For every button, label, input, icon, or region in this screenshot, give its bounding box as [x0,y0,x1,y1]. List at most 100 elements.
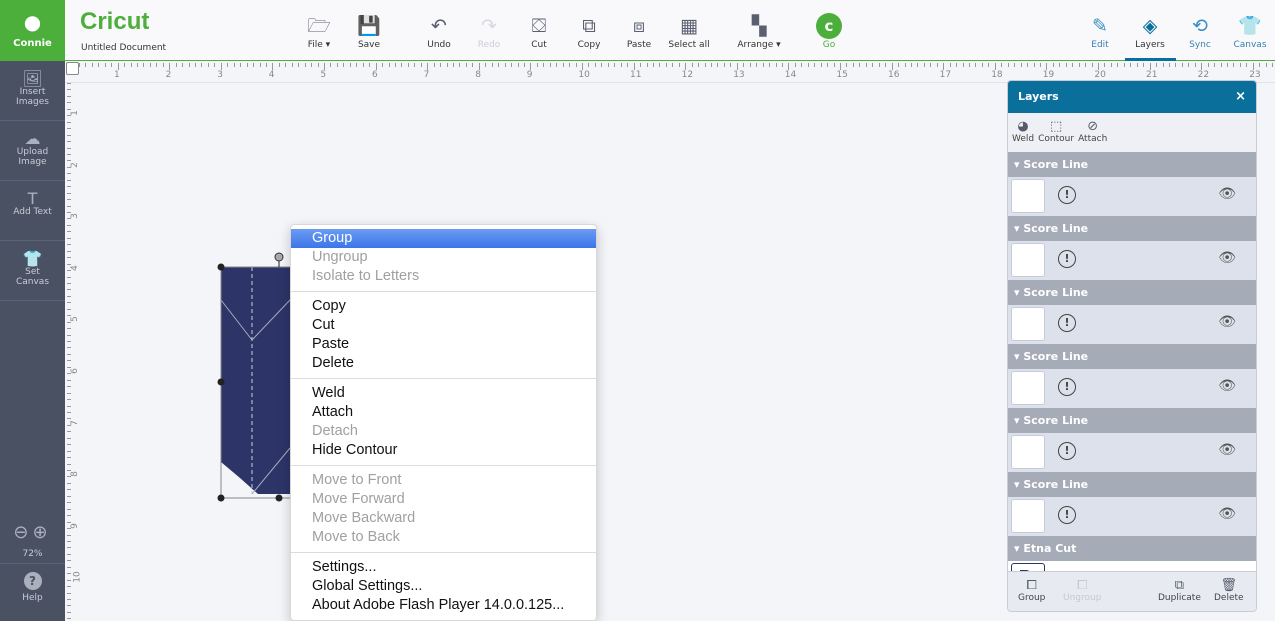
ruler-tick [1001,63,1003,67]
ruler-corner[interactable] [66,62,79,75]
ruler-tick [717,63,719,67]
ruler-tick [562,63,564,67]
eye-icon[interactable]: 👁 [1218,186,1236,202]
ruler-tick [988,63,990,67]
menu-item-move-to-back[interactable]: Move to Back [291,528,596,547]
go-button[interactable]: c Go [799,12,859,50]
ungroup-layer-button[interactable]: ⧠ Ungroup [1063,578,1101,603]
ruler-number: 10 [578,70,590,80]
chevron-down-icon[interactable]: ▾ [1014,542,1023,555]
ruler-tick [67,186,71,188]
ruler-tick [917,63,919,67]
ruler-tick [67,566,71,568]
ruler-number: 22 [1197,70,1210,80]
menu-item-paste[interactable]: Paste [291,335,596,354]
layers-list[interactable]: ▾ Score Line! 👁 ▾ Score Line! 👁 ▾ Score Line… [1008,152,1256,600]
chevron-down-icon[interactable]: ▾ [1014,478,1023,491]
layer-group-header[interactable]: ▾ Score Line [1008,280,1256,305]
layer-row[interactable]: ! 👁 [1008,305,1256,344]
layer-group-header[interactable]: ▾ Score Line [1008,152,1256,177]
contour-button[interactable]: ⬚ Contour [1038,113,1074,152]
layer-thumbnail [1011,435,1045,469]
ruler-tick [846,63,848,67]
ruler-tick [1246,63,1248,67]
duplicate-layer-button[interactable]: ⧉ Duplicate [1158,578,1201,603]
ruler-tick [67,237,71,239]
group-layer-button[interactable]: ⧠ Group [1018,578,1045,603]
ruler-number: 2 [69,161,80,168]
select-all-button[interactable]: ▦ Select all [659,12,719,50]
ruler-tick [1046,63,1048,70]
menu-item-ungroup[interactable]: Ungroup [291,248,596,267]
weld-button[interactable]: ◕ Weld [1012,113,1034,152]
eye-icon[interactable]: 👁 [1218,250,1236,266]
layer-group-header[interactable]: ▾ Etna Cut [1008,536,1256,561]
layer-group-header[interactable]: ▾ Score Line [1008,472,1256,497]
layer-row[interactable]: ! 👁 [1008,177,1256,216]
layer-row[interactable]: ! 👁 [1008,241,1256,280]
layer-group-header[interactable]: ▾ Score Line [1008,344,1256,369]
delete-layer-button[interactable]: 🗑 Delete [1214,578,1244,603]
menu-item-copy[interactable]: Copy [291,297,596,316]
menu-item-move-forward[interactable]: Move Forward [291,490,596,509]
layers-tools: ◕ Weld ⬚ Contour ⊘ Attach [1008,113,1256,152]
arrange-button[interactable]: ▚ Arrange ▾ [729,12,789,50]
ruler-tick [543,63,545,67]
folder-label: File ▾ [307,40,331,50]
menu-item-group[interactable]: Group [291,229,596,248]
ruler-tick [1039,63,1041,67]
menu-item-cut[interactable]: Cut [291,316,596,335]
close-icon[interactable]: × [1235,81,1246,113]
sidebar-item-set-canvas[interactable]: 👕 Set Canvas [0,241,65,301]
resize-handle [217,263,225,271]
menu-item-move-backward[interactable]: Move Backward [291,509,596,528]
menu-item-move-to-front[interactable]: Move to Front [291,471,596,490]
layer-row[interactable]: ! 👁 [1008,497,1256,536]
chevron-down-icon[interactable]: ▾ [1014,286,1023,299]
layer-row[interactable]: ! 👁 [1008,433,1256,472]
chevron-down-icon[interactable]: ▾ [1014,222,1023,235]
menu-item-hide-contour[interactable]: Hide Contour [291,441,596,460]
menu-item-global-settings[interactable]: Global Settings... [291,577,596,596]
menu-item-isolate-to-letters[interactable]: Isolate to Letters [291,267,596,286]
zoom-out-icon[interactable]: ⊖ [13,522,32,543]
layer-row[interactable]: ! 👁 [1008,369,1256,408]
chevron-down-icon[interactable]: ▾ [1014,350,1023,363]
chevron-down-icon[interactable]: ▾ [1014,414,1023,427]
menu-item-about-adobe-flash-player-14-0-0-125[interactable]: About Adobe Flash Player 14.0.0.125... [291,596,596,615]
ruler-tick [878,63,880,67]
menu-item-weld[interactable]: Weld [291,384,596,403]
eye-icon[interactable]: 👁 [1218,314,1236,330]
ruler-tick [67,205,71,207]
ruler-tick [67,231,71,233]
chevron-down-icon[interactable]: ▾ [1014,158,1023,171]
cricut-logo: Cricut [80,8,150,35]
ruler-tick [1207,63,1209,67]
ruler-tick [298,63,300,67]
help-button[interactable]: ? Help [0,563,65,621]
ruler-tick [67,83,71,84]
menu-separator [291,465,596,466]
eye-icon[interactable]: 👁 [1218,378,1236,394]
ruler-tick [67,495,71,497]
ruler-tick [1085,63,1087,67]
menu-item-settings[interactable]: Settings... [291,558,596,577]
attach-button[interactable]: ⊘ Attach [1078,113,1107,152]
tab-canvas[interactable]: 👕 Canvas [1220,12,1275,50]
menu-item-detach[interactable]: Detach [291,422,596,441]
eye-icon[interactable]: 👁 [1218,506,1236,522]
user-menu[interactable]: ● Connie [0,0,65,61]
sidebar-item-add-text[interactable]: T Add Text [0,181,65,241]
ruler-tick [67,489,71,491]
eye-icon[interactable]: 👁 [1218,442,1236,458]
menu-item-attach[interactable]: Attach [291,403,596,422]
ruler-tick [885,63,887,67]
zoom-in-icon[interactable]: ⊕ [33,522,52,543]
sidebar-item-upload-image[interactable]: ☁ Upload Image [0,121,65,181]
sidebar-item-insert-images[interactable]: 🖼 Insert Images [0,61,65,121]
ruler-tick [67,147,71,149]
menu-item-delete[interactable]: Delete [291,354,596,373]
layer-group-header[interactable]: ▾ Score Line [1008,216,1256,241]
layer-group-header[interactable]: ▾ Score Line [1008,408,1256,433]
save-button[interactable]: 💾 Save [339,12,399,50]
